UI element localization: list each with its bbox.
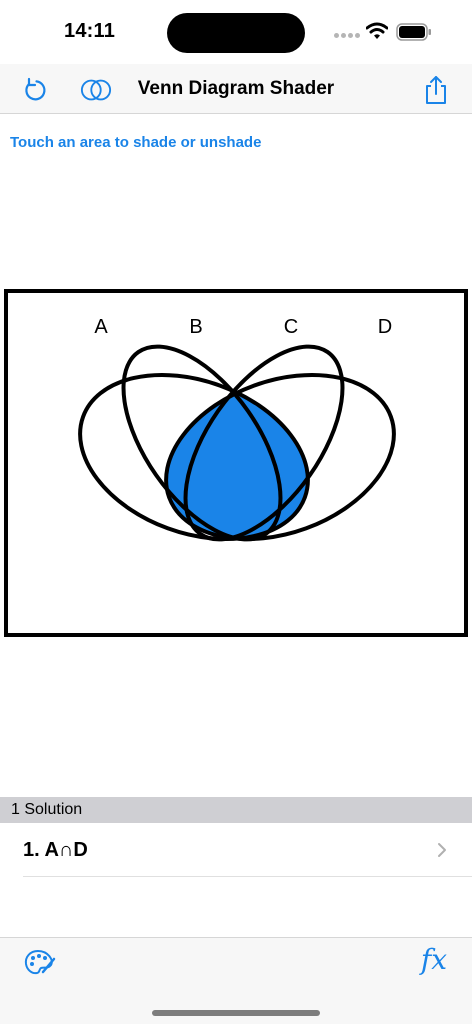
instruction-text: Touch an area to shade or unshade: [10, 134, 262, 151]
palette-icon: [24, 949, 56, 975]
solutions-header: 1 Solution: [0, 797, 472, 823]
wifi-icon: [366, 22, 388, 39]
solution-row[interactable]: 1. A∩D: [0, 823, 472, 877]
share-icon: [426, 76, 446, 104]
home-indicator[interactable]: [152, 1010, 320, 1016]
set-label-a: A: [94, 316, 108, 338]
cellular-signal-icon: [334, 33, 360, 39]
status-bar: 14:11: [0, 0, 472, 64]
nav-title: Venn Diagram Shader: [137, 78, 335, 99]
formula-button[interactable]: fx: [414, 942, 454, 978]
venn-diagram[interactable]: A B C D: [4, 289, 468, 637]
solution-text: 1. A∩D: [23, 839, 88, 861]
row-separator: [23, 876, 472, 877]
set-label-d: D: [378, 316, 392, 338]
color-palette-button[interactable]: [23, 948, 57, 978]
set-label-b: B: [189, 316, 202, 338]
share-button[interactable]: [420, 74, 452, 106]
venn-diagram-canvas[interactable]: A B C D: [4, 289, 468, 637]
bottom-toolbar: fx: [0, 937, 472, 1024]
dynamic-island: [167, 13, 305, 53]
status-time: 14:11: [64, 20, 116, 42]
navigation-bar: Venn Diagram Shader: [0, 64, 472, 114]
battery-icon: [396, 23, 431, 41]
chevron-right-icon: [438, 843, 446, 857]
set-label-c: C: [284, 316, 298, 338]
